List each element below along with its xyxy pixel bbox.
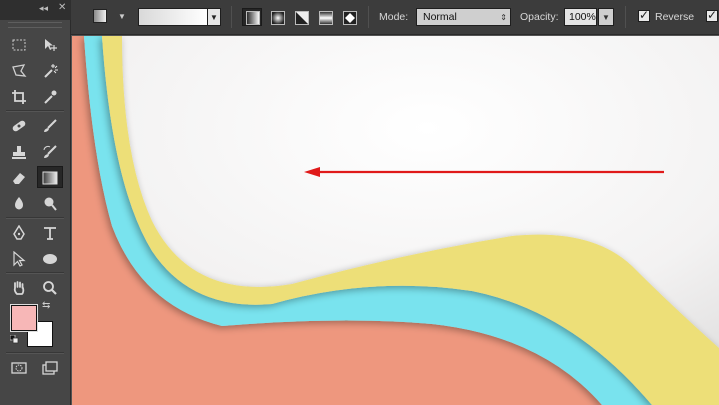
opacity-value: 100% (569, 11, 596, 23)
ellipse-icon (43, 254, 57, 264)
zoom-tool[interactable] (37, 276, 63, 298)
reverse-label: Reverse (655, 11, 695, 23)
quick-mask-button[interactable] (6, 356, 32, 378)
gradient-editor-swatch[interactable] (138, 8, 208, 26)
swap-colors-icon[interactable]: ⇆ (42, 300, 50, 311)
canvas-artwork (72, 36, 719, 405)
gradient-tool[interactable] (37, 166, 63, 188)
ellipse-tool[interactable] (37, 247, 63, 269)
opacity-input[interactable]: 100% (564, 8, 597, 26)
magic-wand-tool[interactable] (37, 59, 63, 81)
opacity-label: Opacity: (520, 11, 559, 23)
tools-panel-header: ◂◂ ✕ (0, 0, 71, 20)
close-panel-icon[interactable]: ✕ (58, 2, 66, 13)
type-tool[interactable] (37, 221, 63, 243)
hand-icon (13, 281, 25, 295)
path-selection-tool[interactable] (6, 247, 32, 269)
pen-tool[interactable] (6, 221, 32, 243)
angle-gradient-icon (295, 11, 309, 25)
tool-preset-picker[interactable] (93, 9, 107, 23)
stamp-icon (12, 146, 26, 159)
bandage-icon (12, 120, 26, 132)
eraser-tool[interactable] (6, 166, 32, 188)
updown-chevron-icon: ⇕ (500, 13, 507, 22)
linear-gradient-button[interactable] (242, 8, 262, 26)
rectangular-marquee-tool[interactable] (6, 33, 32, 55)
gradient-picker-dropdown[interactable]: ▼ (208, 8, 221, 26)
screen-mode-button[interactable] (37, 356, 63, 378)
hand-tool[interactable] (6, 276, 32, 298)
tools-divider (6, 272, 64, 274)
eraser-icon (13, 173, 25, 184)
reverse-checkbox[interactable]: ✓ (638, 8, 650, 22)
brush-icon (44, 119, 57, 132)
zoom-icon (43, 281, 57, 295)
reflected-gradient-button[interactable] (315, 8, 335, 26)
toolbar-separator (231, 6, 232, 28)
mode-select[interactable]: Normal ⇕ (416, 8, 511, 26)
mode-label: Mode: (379, 11, 409, 23)
checkmark-icon: ✓ (707, 8, 718, 22)
clone-stamp-tool[interactable] (6, 140, 32, 162)
foreground-color-swatch[interactable] (10, 304, 38, 332)
tools-divider (6, 110, 64, 112)
spot-healing-tool[interactable] (6, 114, 32, 136)
eyedropper-icon (44, 90, 57, 104)
eyedropper-tool[interactable] (37, 85, 63, 107)
type-icon (44, 227, 56, 240)
lasso-tool[interactable] (6, 59, 32, 81)
history-brush-tool[interactable] (37, 140, 63, 162)
move-tool[interactable] (37, 33, 63, 55)
gradient-icon (42, 171, 58, 185)
checkmark-icon: ✓ (639, 8, 650, 22)
history-brush-icon (43, 145, 57, 158)
tools-divider (6, 217, 64, 219)
crop-tool[interactable] (6, 85, 32, 107)
move-icon (45, 39, 57, 51)
tools-panel: ◂◂ ✕ ⇆ (0, 0, 71, 405)
linear-gradient-icon (246, 11, 260, 25)
magic-wand-icon (44, 64, 58, 78)
toolbar-separator (625, 6, 626, 28)
dither-checkbox[interactable]: ✓ (706, 8, 718, 22)
reflected-gradient-icon (319, 11, 333, 25)
marquee-icon (12, 39, 26, 51)
document-canvas[interactable] (72, 36, 719, 405)
panel-grip[interactable] (8, 22, 62, 28)
angle-gradient-button[interactable] (291, 8, 311, 26)
diamond-gradient-button[interactable] (339, 8, 359, 26)
pen-icon (13, 225, 25, 240)
dodge-tool[interactable] (37, 192, 63, 214)
chevron-down-icon[interactable]: ▼ (116, 9, 128, 25)
blur-icon (15, 197, 23, 210)
path-selection-icon (13, 251, 26, 267)
toolbar-separator (368, 6, 369, 28)
tools-divider (6, 352, 64, 354)
options-bar: ▼ ▼ Mode: Normal ⇕ Opacity: 100% ▼ ✓ Rev… (71, 0, 719, 35)
dodge-icon (44, 197, 57, 211)
quick-mask-icon (11, 362, 27, 374)
mode-value: Normal (423, 11, 457, 23)
opacity-slider-dropdown[interactable]: ▼ (598, 8, 614, 26)
crop-icon (12, 90, 26, 104)
collapse-panel-icon[interactable]: ◂◂ (39, 3, 48, 14)
radial-gradient-button[interactable] (267, 8, 287, 26)
radial-gradient-icon (271, 11, 285, 25)
default-colors-icon[interactable] (10, 335, 19, 344)
lasso-icon (12, 64, 27, 77)
blur-tool[interactable] (6, 192, 32, 214)
brush-tool[interactable] (37, 114, 63, 136)
screen-mode-icon (42, 361, 58, 375)
diamond-gradient-icon (343, 11, 357, 25)
